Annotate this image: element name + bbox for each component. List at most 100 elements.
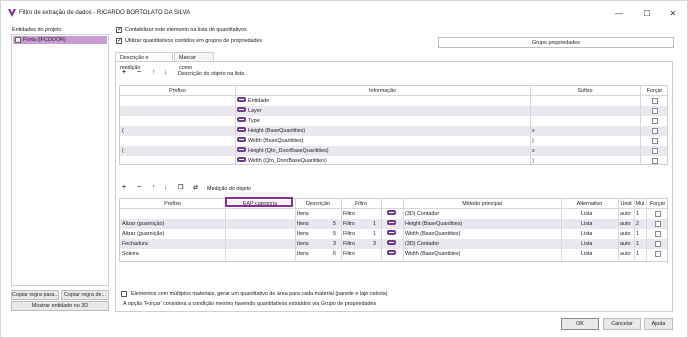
cell-prefix[interactable]: Alizar (guarnição) [120, 219, 225, 229]
cell-eap[interactable] [225, 219, 295, 229]
cell-info[interactable]: Height (BaseQuantities) [235, 126, 530, 136]
cell-mul[interactable]: 2 [634, 219, 646, 229]
cell-suffix[interactable]: x [530, 126, 640, 136]
table-row[interactable]: Alizar (guarnição) Itens 5 Filtro 1 Widt… [120, 229, 667, 239]
cell-suffix[interactable]: ) [530, 156, 640, 164]
cell-eap[interactable] [225, 249, 295, 259]
force-checkbox[interactable] [652, 108, 658, 114]
cell-prefix[interactable]: Soleira [120, 249, 225, 259]
cell-info[interactable]: Width (BaseQuantities) [235, 136, 530, 146]
table-row[interactable]: ( Height (Qto_DoorBaseQuantities) x [120, 146, 667, 156]
cell-info[interactable]: Entidade [235, 96, 530, 106]
force-checkbox[interactable] [652, 118, 658, 124]
table-row[interactable]: Type [120, 116, 667, 126]
cell-suffix[interactable] [530, 106, 640, 116]
force-checkbox[interactable] [655, 241, 661, 247]
cell-alternative[interactable]: Lista [561, 249, 618, 259]
cell-prefix[interactable] [120, 156, 235, 164]
cell-mul[interactable]: 1 [634, 229, 646, 239]
cell-suffix[interactable]: ) [530, 136, 640, 146]
cell-eap[interactable] [225, 209, 295, 219]
help-button[interactable]: Ajuda [644, 318, 673, 330]
count-element-checkbox[interactable] [116, 26, 122, 33]
cell-filter[interactable]: Filtro [341, 249, 371, 259]
copy-rule-from-button[interactable]: Copiar regra de... [61, 290, 109, 300]
cell-description[interactable]: Itens [295, 249, 331, 259]
tree-item-door[interactable]: Porta (IFCDOOR) [13, 36, 107, 44]
cell-alternative[interactable]: Lista [561, 239, 618, 249]
cell-main-method[interactable]: Width (BaseQuantities) [403, 229, 561, 239]
table-row[interactable]: Layer [120, 106, 667, 116]
cell-prefix[interactable]: ( [120, 146, 235, 156]
cell-mul[interactable]: 1 [634, 209, 646, 219]
cell-alternative[interactable]: Lista [561, 219, 618, 229]
arrow-down-icon[interactable]: ↓ [164, 69, 168, 76]
plus-icon[interactable]: + [122, 69, 126, 76]
cell-prefix[interactable]: ( [120, 126, 235, 136]
cell-info[interactable]: Type [235, 116, 530, 126]
cell-prefix[interactable]: Fechadura [120, 239, 225, 249]
arrow-up-icon[interactable]: ↑ [152, 184, 156, 191]
cell-info[interactable]: Height (Qto_DoorBaseQuantities) [235, 146, 530, 156]
table-row[interactable]: Width (Qto_DoorBaseQuantities) ) [120, 156, 667, 164]
cancel-button[interactable]: Cancelar [603, 318, 641, 330]
property-group-button[interactable]: Grupo propriedades [438, 37, 674, 48]
cell-filter[interactable]: Filtro [341, 239, 371, 249]
cell-main-method[interactable]: (3D) Contador [403, 239, 561, 249]
force-checkbox[interactable] [655, 231, 661, 237]
copy-rule-to-button[interactable]: Copiar regra para... [11, 290, 59, 300]
table-row[interactable]: Entidade [120, 96, 667, 106]
cell-prefix[interactable] [120, 96, 235, 106]
force-checkbox[interactable] [652, 98, 658, 104]
force-checkbox[interactable] [652, 148, 658, 154]
table-row[interactable]: Soleira Itens 6 Filtro Width (BaseQuanti… [120, 249, 667, 259]
cell-alternative[interactable]: Lista [561, 229, 618, 239]
cell-info[interactable]: Width (Qto_DoorBaseQuantities) [235, 156, 530, 164]
arrow-down-icon[interactable]: ↓ [164, 184, 168, 191]
close-button[interactable]: ✕ [668, 9, 678, 19]
cell-suffix[interactable]: x [530, 146, 640, 156]
entities-tree[interactable]: Porta (IFCDOOR) [11, 34, 109, 286]
table-row[interactable]: Width (BaseQuantities) ) [120, 136, 667, 146]
plus-icon[interactable]: + [122, 184, 126, 191]
cell-prefix[interactable] [120, 116, 235, 126]
cell-main-method[interactable]: Height (BaseQuantities) [403, 219, 561, 229]
show-entity-3d-button[interactable]: Mostrar entidade no 3D [11, 301, 109, 311]
copy-icon[interactable]: ❐ [178, 184, 183, 191]
table-row[interactable]: Fechadura Itens 3 Filtro 3 (3D) Contador… [120, 239, 667, 249]
cell-description[interactable]: Itens [295, 209, 331, 219]
force-checkbox[interactable] [655, 211, 661, 217]
force-checkbox[interactable] [652, 128, 658, 134]
cell-filter[interactable]: Filtro [341, 209, 371, 219]
minus-icon[interactable]: − [137, 184, 141, 191]
cell-suffix[interactable] [530, 116, 640, 126]
ok-button[interactable]: OK [561, 318, 599, 330]
cell-prefix[interactable] [120, 136, 235, 146]
table-row[interactable]: ( Height (BaseQuantities) x [120, 126, 667, 136]
measure-icon[interactable]: ⇄ [193, 184, 198, 191]
cell-prefix[interactable] [120, 209, 225, 219]
arrow-up-icon[interactable]: ↑ [152, 69, 156, 76]
cell-description[interactable]: Itens [295, 229, 331, 239]
cell-unit[interactable]: auto [618, 219, 634, 229]
multi-material-checkbox[interactable] [121, 291, 127, 297]
cell-unit[interactable]: auto [618, 239, 634, 249]
minus-icon[interactable]: − [137, 69, 141, 76]
force-checkbox[interactable] [652, 158, 658, 164]
cell-main-method[interactable]: Width (BaseQuantities) [403, 249, 561, 259]
table-row[interactable]: Alizar (guarnição) Itens 5 Filtro 1 Heig… [120, 219, 667, 229]
force-checkbox[interactable] [652, 138, 658, 144]
cell-main-method[interactable]: (3D) Contador [403, 209, 561, 219]
cell-filter[interactable]: Filtro [341, 219, 371, 229]
cell-prefix[interactable]: Alizar (guarnição) [120, 229, 225, 239]
cell-eap[interactable] [225, 229, 295, 239]
cell-filter[interactable]: Filtro [341, 229, 371, 239]
cell-prefix[interactable] [120, 106, 235, 116]
cell-description[interactable]: Itens [295, 219, 331, 229]
cell-mul[interactable]: 1 [634, 239, 646, 249]
force-checkbox[interactable] [655, 221, 661, 227]
cell-unit[interactable]: auto [618, 209, 634, 219]
cell-alternative[interactable]: Lista [561, 209, 618, 219]
cell-unit[interactable]: auto [618, 229, 634, 239]
cell-eap[interactable] [225, 239, 295, 249]
